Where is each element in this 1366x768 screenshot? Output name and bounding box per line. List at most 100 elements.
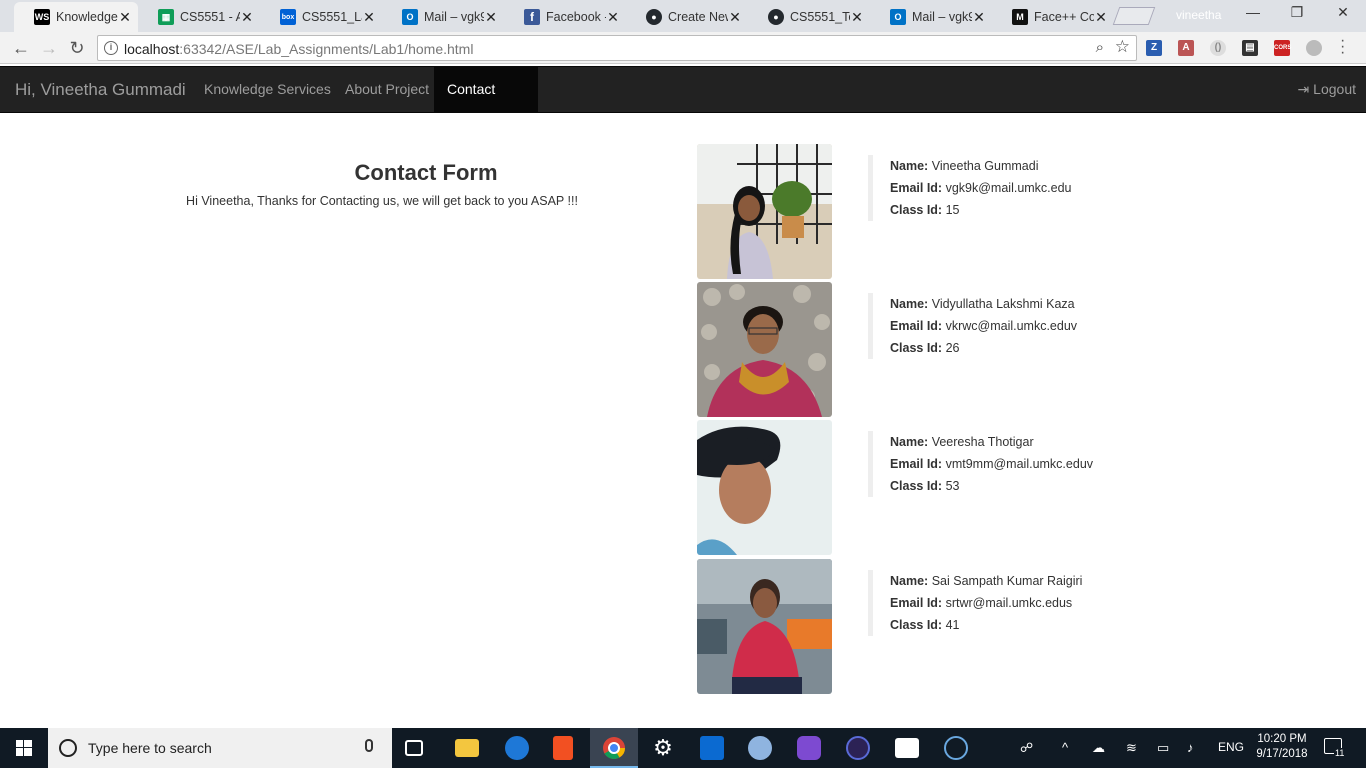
member-name: Vidyullatha Lakshmi Kaza	[931, 297, 1075, 311]
browser-tab[interactable]: WS Knowledge ✕	[14, 2, 138, 32]
zotero-extension-icon[interactable]: Z	[1146, 40, 1162, 56]
start-button[interactable]	[0, 728, 48, 768]
browser-tab[interactable]: O Mail – vgk9 ✕	[382, 2, 504, 32]
clapper-extension-icon[interactable]: ▤	[1242, 40, 1258, 56]
clock-time: 10:20 PM	[1257, 733, 1307, 745]
menu-dots-icon[interactable]: · · ·	[1340, 33, 1345, 61]
pdf-extension-icon[interactable]: A	[1178, 40, 1194, 56]
info-icon[interactable]: i	[104, 41, 118, 55]
url-text[interactable]: localhost:63342/ASE/Lab_Assignments/Lab1…	[124, 41, 473, 57]
eclipse-icon[interactable]	[846, 736, 870, 760]
close-icon[interactable]: ✕	[728, 9, 742, 26]
tab-label: CS5551_Lab	[302, 10, 362, 24]
member-email: srtwr@mail.umkc.edus	[945, 596, 1073, 610]
onedrive-icon[interactable]: ☁	[1092, 740, 1105, 756]
close-icon[interactable]: ✕	[484, 9, 498, 26]
outlook-icon: O	[890, 9, 906, 25]
volume-icon[interactable]: ♪	[1187, 740, 1194, 755]
chevron-up-icon[interactable]: ^	[1062, 740, 1068, 755]
back-arrow-icon[interactable]: ←	[10, 37, 32, 59]
close-icon[interactable]: ✕	[606, 9, 620, 26]
close-icon[interactable]: ✕	[972, 9, 986, 26]
task-view-icon[interactable]	[405, 740, 423, 756]
close-icon[interactable]: ✕	[1094, 9, 1108, 26]
nav-contact-page[interactable]: Contact Page	[434, 67, 538, 142]
logout-link[interactable]: ⇥ Logout	[1298, 67, 1356, 112]
name-label: Name:	[890, 159, 929, 173]
member-name: Vineetha Gummadi	[931, 159, 1039, 173]
logout-icon: ⇥	[1297, 81, 1310, 97]
bookmark-star-icon[interactable]: ☆	[1115, 37, 1130, 57]
member-name: Sai Sampath Kumar Raigiri	[931, 574, 1083, 588]
minimize-icon[interactable]: —	[1230, 4, 1276, 20]
zoom-icon[interactable]: ⌕	[1096, 39, 1104, 56]
class-label: Class Id:	[890, 203, 943, 217]
nav-about-project[interactable]: About Project	[332, 67, 442, 112]
url-host: localhost	[124, 41, 180, 57]
close-icon[interactable]: ✕	[118, 9, 132, 26]
member-email: vgk9k@mail.umkc.edu	[945, 181, 1072, 195]
browser-tab[interactable]: ● Create New ✕	[626, 2, 748, 32]
store-icon[interactable]	[553, 736, 573, 760]
email-label: Email Id:	[890, 319, 943, 333]
chrome-taskbar-button[interactable]	[590, 728, 638, 768]
taskbar-clock[interactable]: 10:20 PM 9/17/2018	[1244, 732, 1320, 762]
close-icon[interactable]: ✕	[850, 9, 864, 26]
browser-tab[interactable]: ● CS5551_Tea ✕	[748, 2, 870, 32]
webstorm-taskbar-icon[interactable]	[700, 736, 724, 760]
browser-tab[interactable]: box CS5551_Lab ✕	[260, 2, 382, 32]
class-label: Class Id:	[890, 479, 943, 493]
member-photo	[697, 144, 832, 279]
name-label: Name:	[890, 435, 929, 449]
profile-name[interactable]: vineetha	[1176, 8, 1221, 22]
browser-tab[interactable]: ▦ CS5551 - AS ✕	[138, 2, 260, 32]
name-label: Name:	[890, 574, 929, 588]
tab-label: Face++ Cog	[1034, 10, 1094, 24]
box-icon: box	[280, 9, 296, 25]
circle-extension-icon[interactable]	[1306, 40, 1322, 56]
paint-icon[interactable]	[748, 736, 772, 760]
browser-tab[interactable]: O Mail – vgk9 ✕	[870, 2, 992, 32]
member-name: Veeresha Thotigar	[931, 435, 1034, 449]
tab-label: Create New	[668, 10, 728, 24]
contact-form-message: Hi Vineetha, Thanks for Contacting us, w…	[186, 194, 578, 208]
browser-tab-strip: WS Knowledge ✕ ▦ CS5551 - AS ✕ box CS555…	[0, 0, 1366, 32]
settings-gear-icon[interactable]: ⚙	[651, 736, 675, 760]
photos-icon[interactable]	[895, 738, 919, 758]
new-tab-button[interactable]	[1112, 7, 1156, 25]
cortana-icon	[59, 739, 77, 757]
wifi-icon[interactable]: ≋	[1126, 740, 1137, 756]
faceplusplus-icon: M	[1012, 9, 1028, 25]
close-icon[interactable]: ✕	[362, 9, 376, 26]
forward-arrow-icon[interactable]: →	[38, 37, 60, 59]
browser-tab[interactable]: M Face++ Cog ✕	[992, 2, 1114, 32]
taskbar-search-box[interactable]: Type here to search	[48, 728, 392, 768]
sheets-icon: ▦	[158, 9, 174, 25]
navbar-brand[interactable]: Hi, Vineetha Gummadi	[15, 80, 186, 100]
close-window-icon[interactable]: ✕	[1320, 4, 1366, 21]
github-desktop-icon[interactable]	[797, 736, 821, 760]
address-bar[interactable]: i localhost:63342/ASE/Lab_Assignments/La…	[97, 35, 1137, 61]
restore-icon[interactable]: ❐	[1274, 4, 1320, 21]
url-path: :63342/ASE/Lab_Assignments/Lab1/home.htm…	[179, 41, 474, 57]
cors-extension-icon[interactable]: CORS	[1274, 40, 1291, 56]
class-label: Class Id:	[890, 618, 943, 632]
edge-icon[interactable]	[505, 736, 529, 760]
member-info: Name: Veeresha Thotigar Email Id: vmt9mm…	[868, 431, 1093, 497]
language-indicator[interactable]: ENG	[1218, 740, 1244, 754]
browser-tab[interactable]: f Facebook - ✕	[504, 2, 626, 32]
app-navbar: Hi, Vineetha Gummadi Knowledge Services …	[0, 66, 1366, 142]
battery-icon[interactable]: ▭	[1157, 740, 1169, 756]
github-icon: ●	[768, 9, 784, 25]
webstorm-icon: WS	[34, 9, 50, 25]
media-player-icon[interactable]	[944, 736, 968, 760]
microphone-icon[interactable]	[365, 739, 373, 752]
close-icon[interactable]: ✕	[240, 9, 254, 26]
people-icon[interactable]: ☍	[1020, 740, 1033, 756]
member-email: vkrwc@mail.umkc.eduv	[945, 319, 1078, 333]
nav-knowledge-services[interactable]: Knowledge Services	[191, 67, 344, 112]
tab-label: CS5551_Tea	[790, 10, 850, 24]
file-explorer-icon[interactable]	[455, 739, 479, 757]
reload-icon[interactable]: ↻	[66, 37, 88, 59]
code-extension-icon[interactable]: ()	[1210, 40, 1226, 56]
